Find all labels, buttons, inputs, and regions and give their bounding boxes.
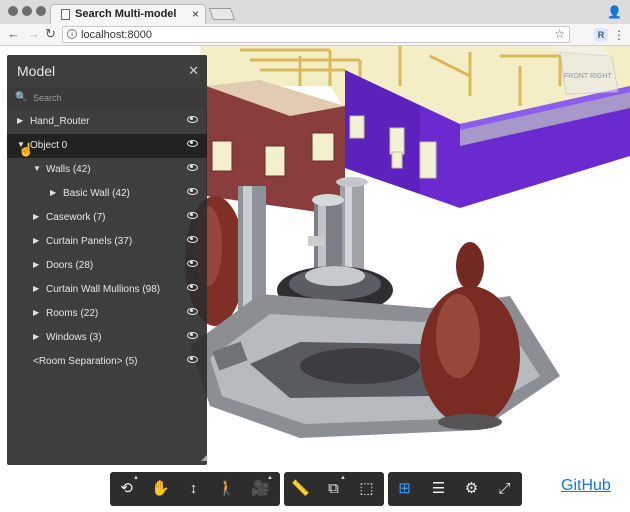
bookmark-star-icon[interactable]: ☆ (554, 27, 565, 41)
measure-icon[interactable]: 📏 (284, 472, 317, 506)
tab-bar: Search Multi-model × 👤 (0, 0, 630, 24)
visibility-eye-icon[interactable] (187, 116, 198, 123)
mouse-cursor-icon: ☝ (18, 142, 35, 157)
close-window-dot[interactable] (8, 6, 18, 16)
settings-gear-icon[interactable]: ⚙ (455, 472, 488, 506)
tree-label: Hand_Router (30, 116, 90, 127)
forward-arrow-icon[interactable]: → (27, 27, 40, 41)
expand-arrow-icon[interactable]: ▶ (33, 308, 39, 317)
navigation-tools-group: ⟲ ▲ ✋ ↕ 🚶 🎥 ▲ (110, 472, 280, 506)
tab-close-icon[interactable]: × (192, 7, 199, 21)
pan-hand-icon[interactable]: ✋ (144, 472, 177, 506)
explode-icon[interactable]: ⬚ (350, 472, 383, 506)
navigation-bar: ← → ↻ i localhost:8000 ☆ R ⋮ (0, 24, 630, 46)
profile-icon[interactable]: 👤 (607, 5, 622, 19)
tree-row-object-0[interactable]: ▼ Object 0 (7, 134, 207, 158)
visibility-eye-icon[interactable] (187, 212, 198, 219)
panel-search-bar: 🔍 (7, 88, 207, 108)
modeling-tools-group: 📏 ⧉ ▲ ⬚ (284, 472, 384, 506)
new-tab-button[interactable] (208, 8, 236, 20)
tree-row-room-separation[interactable]: <Room Separation> (5) (7, 350, 207, 374)
visibility-eye-icon[interactable] (187, 356, 198, 363)
github-link[interactable]: GitHub (561, 477, 611, 495)
expand-arrow-icon[interactable]: ▶ (50, 188, 56, 197)
reload-icon[interactable]: ↻ (45, 27, 56, 41)
tree-label: Windows (3) (46, 332, 102, 343)
expand-arrow-icon[interactable]: ▶ (33, 236, 39, 245)
visibility-eye-icon[interactable] (187, 140, 198, 147)
tree-label: Curtain Panels (37) (46, 236, 133, 247)
visibility-eye-icon[interactable] (187, 284, 198, 291)
visibility-eye-icon[interactable] (187, 164, 198, 171)
tree-row-curtain-panels[interactable]: ▶ Curtain Panels (37) (7, 230, 207, 254)
extension-r-icon[interactable]: R (594, 28, 608, 42)
tree-row-hand-router[interactable]: ▶ Hand_Router (7, 110, 207, 134)
tree-row-windows[interactable]: ▶ Windows (3) (7, 326, 207, 350)
page-favicon-icon (61, 9, 70, 20)
maximize-window-dot[interactable] (36, 6, 46, 16)
expand-arrow-icon[interactable]: ▶ (33, 284, 39, 293)
tree-row-casework[interactable]: ▶ Casework (7) (7, 206, 207, 230)
tree-label: Doors (28) (46, 260, 94, 271)
expand-arrow-icon[interactable]: ▶ (33, 212, 39, 221)
collapse-arrow-icon[interactable]: ▼ (33, 164, 41, 173)
section-icon[interactable]: ⧉ ▲ (317, 472, 350, 506)
settings-tools-group: ⊞ ☰ ⚙ ⤢ (388, 472, 522, 506)
expand-arrow-icon[interactable]: ▶ (33, 332, 39, 341)
tree-row-rooms[interactable]: ▶ Rooms (22) (7, 302, 207, 326)
tree-label: Object 0 (30, 140, 68, 151)
properties-icon[interactable]: ☰ (422, 472, 455, 506)
browser-menu-icon[interactable]: ⋮ (612, 28, 626, 42)
fullscreen-icon[interactable]: ⤢ (488, 472, 521, 506)
address-bar[interactable]: i localhost:8000 ☆ (62, 26, 570, 43)
visibility-eye-icon[interactable] (187, 308, 198, 315)
panel-title: Model (17, 63, 56, 79)
orbit-icon[interactable]: ⟲ ▲ (110, 472, 143, 506)
model-browser-icon[interactable]: ⊞ (388, 472, 421, 506)
visibility-eye-icon[interactable] (187, 260, 198, 267)
model-browser-panel: Model ✕ 🔍 ▶ Hand_Router ▼ Object 0 ▼ Wal… (7, 55, 207, 465)
back-arrow-icon[interactable]: ← (7, 27, 20, 41)
camera-icon[interactable]: 🎥 ▲ (244, 472, 277, 506)
tab-title: Search Multi-model (75, 8, 177, 20)
visibility-eye-icon[interactable] (187, 188, 198, 195)
tree-label: Basic Wall (42) (63, 188, 130, 199)
browser-tab[interactable]: Search Multi-model × (50, 4, 206, 24)
search-input[interactable] (33, 91, 193, 105)
hand-router-model (185, 177, 560, 438)
tree-row-doors[interactable]: ▶ Doors (28) (7, 254, 207, 278)
first-person-icon[interactable]: 🚶 (210, 472, 243, 506)
visibility-eye-icon[interactable] (187, 236, 198, 243)
search-icon: 🔍 (15, 92, 28, 103)
tree-label: Walls (42) (46, 164, 91, 175)
zoom-icon[interactable]: ↕ (177, 472, 210, 506)
viewcube-right-label[interactable]: RIGHT (590, 73, 613, 80)
tree-label: Curtain Wall Mullions (98) (46, 284, 161, 295)
tree-row-curtain-wall-mullions[interactable]: ▶ Curtain Wall Mullions (98) (7, 278, 207, 302)
tree-label: Rooms (22) (46, 308, 99, 319)
expand-arrow-icon[interactable]: ▶ (17, 116, 23, 125)
panel-close-icon[interactable]: ✕ (188, 63, 199, 79)
tree-row-walls[interactable]: ▼ Walls (42) (7, 158, 207, 182)
visibility-eye-icon[interactable] (187, 332, 198, 339)
tree-label: Casework (7) (46, 212, 106, 223)
site-info-icon[interactable]: i (67, 29, 77, 39)
url-text: localhost:8000 (81, 29, 152, 41)
browser-window: Search Multi-model × 👤 ← → ↻ i localhost… (0, 0, 630, 512)
panel-resize-handle-icon[interactable]: ◢ (201, 453, 207, 462)
viewcube-front-label[interactable]: FRONT (564, 73, 589, 80)
tree-row-basic-wall[interactable]: ▶ Basic Wall (42) (7, 182, 207, 206)
expand-arrow-icon[interactable]: ▶ (33, 260, 39, 269)
minimize-window-dot[interactable] (22, 6, 32, 16)
tree-label: <Room Separation> (5) (33, 356, 138, 367)
